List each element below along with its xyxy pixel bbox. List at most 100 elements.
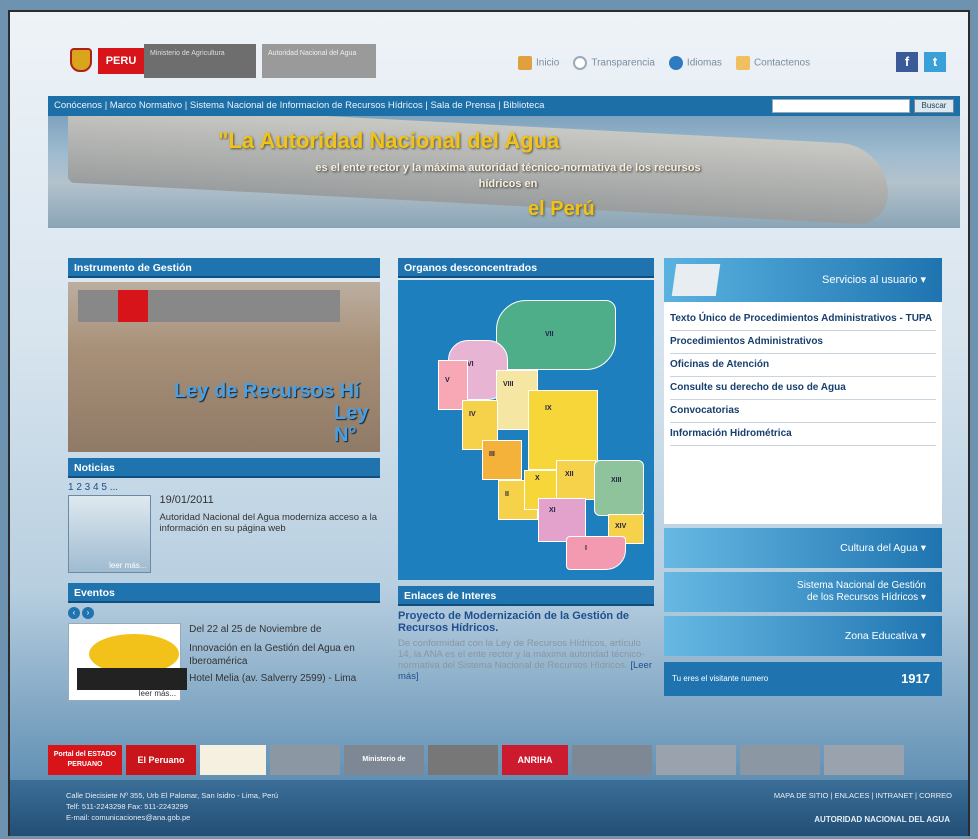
footer-address: Calle Diecisiete Nº 355, Urb El Palomar,… <box>66 791 278 823</box>
logo-partner[interactable] <box>200 745 266 775</box>
servicios-heading[interactable]: Servicios al usuario ▾ <box>664 258 942 302</box>
sistema-nacional-button[interactable]: Sistema Nacional de Gestión de los Recurs… <box>664 572 942 612</box>
logo-partner[interactable] <box>656 745 736 775</box>
enlaces-section: Enlaces de Interes Proyecto de Moderniza… <box>398 586 654 682</box>
instrumento-heading: Instrumento de Gestión <box>68 258 380 278</box>
top-links: Inicio Transparencia Idiomas Contactenos <box>518 54 810 72</box>
main-nav: Conócenos | Marco Normativo | Sistema Na… <box>48 96 960 116</box>
hero-banner: "La Autoridad Nacional del Agua es el en… <box>48 116 960 228</box>
news-item: leer más... 19/01/2011 Autoridad Naciona… <box>68 495 380 573</box>
twitter-icon[interactable]: t <box>924 52 946 72</box>
pencil-icon <box>735 56 750 70</box>
peru-mini-logo <box>118 290 148 322</box>
link-contactenos[interactable]: Contactenos <box>735 56 810 70</box>
event-image[interactable]: leer más... <box>68 623 187 701</box>
event-nav: ‹ › <box>68 607 380 619</box>
servicio-hidrometrica[interactable]: Información Hidrométrica <box>670 423 936 446</box>
map-region: III <box>482 440 522 480</box>
news-date: 19/01/2011 <box>159 494 214 506</box>
news-summary[interactable]: Autoridad Nacional del Agua moderniza ac… <box>159 512 380 534</box>
left-column: Instrumento de Gestión Ley de Recursos H… <box>68 258 380 701</box>
footer: Calle Diecisiete Nº 355, Urb El Palomar,… <box>10 780 968 836</box>
event-item: leer más... Del 22 al 25 de Noviembre de… <box>68 623 380 701</box>
servicio-tupa[interactable]: Texto Único de Procedimientos Administra… <box>670 308 936 331</box>
coat-of-arms-icon <box>70 48 92 72</box>
magnifier-icon <box>573 56 588 70</box>
facebook-icon[interactable]: f <box>896 52 918 72</box>
banner-subtitle: es el ente rector y la máxima autoridad … <box>315 162 701 190</box>
news-read-more[interactable]: leer más... <box>109 561 146 570</box>
enlace-text: De conformidad con la Ley de Recursos Hí… <box>398 638 652 682</box>
zona-educativa-button[interactable]: Zona Educativa ▾ <box>664 616 942 656</box>
footer-email[interactable]: E-mail: comunicaciones@ana.gob.pe <box>66 812 278 823</box>
enlace-title[interactable]: Proyecto de Modernización de la Gestión … <box>398 610 654 634</box>
home-icon <box>518 56 532 70</box>
globe-icon <box>668 56 683 70</box>
law-title: Ley de Recursos Hí Ley N° <box>174 380 369 446</box>
prev-arrow-icon[interactable]: ‹ <box>68 607 80 619</box>
event-read-more[interactable]: leer más... <box>139 689 176 698</box>
crowd-silhouette <box>77 668 187 690</box>
event-title[interactable]: Innovación en la Gestión del Agua en Ibe… <box>189 642 380 668</box>
servicios-list: Texto Único de Procedimientos Administra… <box>664 302 942 452</box>
next-arrow-icon[interactable]: › <box>82 607 94 619</box>
cultura-del-agua-button[interactable]: Cultura del Agua ▾ <box>664 528 942 568</box>
servicio-derecho-agua[interactable]: Consulte su derecho de uso de Agua <box>670 377 936 400</box>
documents-icon <box>671 264 721 296</box>
map-region: XIII <box>594 460 644 516</box>
map-region: VII <box>496 300 616 370</box>
ana-logo[interactable]: Autoridad Nacional del Agua <box>262 44 376 78</box>
servicios-spacer <box>664 452 942 524</box>
enlaces-heading: Enlaces de Interes <box>398 586 654 606</box>
logo-partner[interactable] <box>572 745 652 775</box>
news-thumbnail[interactable]: leer más... <box>68 495 152 573</box>
event-date: Del 22 al 25 de Noviembre de <box>189 624 322 635</box>
middle-column: Organos desconcentrados VII VI VIII V IV… <box>398 258 654 682</box>
link-idiomas[interactable]: Idiomas <box>668 56 722 70</box>
servicio-procedimientos[interactable]: Procedimientos Administrativos <box>670 331 936 354</box>
logo-ministerio-educacion[interactable]: Ministerio de Educación <box>344 745 424 793</box>
eventos-heading: Eventos <box>68 583 380 603</box>
logo-partner[interactable] <box>824 745 904 775</box>
logo-partner[interactable] <box>270 745 340 775</box>
banner-peru: el Perú <box>528 198 595 220</box>
visitor-counter: Tu eres el visitante numero 1917 <box>664 662 942 696</box>
ministry-agriculture-logo[interactable]: Ministerio de Agricultura <box>144 44 256 78</box>
map-region: IX <box>528 390 598 470</box>
servicio-convocatorias[interactable]: Convocatorias <box>670 400 936 423</box>
counter-label: Tu eres el visitante numero <box>672 674 769 683</box>
footer-links[interactable]: MAPA DE SITIO | ENLACES | INTRANET | COR… <box>774 790 952 801</box>
noticias-heading: Noticias <box>68 458 380 478</box>
banner-title: "La Autoridad Nacional del Agua <box>218 128 560 153</box>
footer-org-logo: AUTORIDAD NACIONAL DEL AGUA <box>814 815 950 824</box>
servicio-oficinas[interactable]: Oficinas de Atención <box>670 354 936 377</box>
right-column: Servicios al usuario ▾ Texto Único de Pr… <box>664 258 942 696</box>
instrumento-image[interactable]: Ley de Recursos Hí Ley N° <box>68 282 380 452</box>
page-frame: PERU Ministerio de Agricultura Autoridad… <box>8 10 970 836</box>
search-button[interactable]: Buscar <box>914 99 954 113</box>
organos-heading: Organos desconcentrados <box>398 258 654 278</box>
link-transparencia[interactable]: Transparencia <box>573 56 655 70</box>
logo-el-peruano[interactable]: El Peruano <box>126 745 196 775</box>
logo-estado-peruano[interactable]: Portal del ESTADO PERUANO <box>48 745 122 775</box>
link-inicio[interactable]: Inicio <box>518 56 559 70</box>
logo-partner[interactable] <box>428 745 498 775</box>
peru-logo[interactable]: PERU <box>98 48 144 74</box>
header: PERU Ministerio de Agricultura Autoridad… <box>48 38 968 88</box>
partner-logos: Portal del ESTADO PERUANO El Peruano Min… <box>48 742 960 793</box>
chevron-down-icon: ▾ <box>920 274 926 286</box>
nav-links[interactable]: Conócenos | Marco Normativo | Sistema Na… <box>54 100 544 111</box>
peru-regions-map[interactable]: VII VI VIII V IV IX III II X XII XIII XI… <box>398 280 654 580</box>
counter-value: 1917 <box>901 671 930 686</box>
map-region: XII <box>556 460 596 500</box>
news-text-block: 19/01/2011 Autoridad Nacional del Agua m… <box>159 495 380 573</box>
logo-partner[interactable] <box>740 745 820 775</box>
noticias-section: Noticias 1 2 3 4 5 ... leer más... 19/01… <box>68 458 380 573</box>
event-place: Hotel Melia (av. Salverry 2599) - Lima <box>189 673 357 684</box>
search-input[interactable] <box>772 99 910 113</box>
page-content: PERU Ministerio de Agricultura Autoridad… <box>10 12 968 836</box>
event-text: Del 22 al 25 de Noviembre de Innovación … <box>189 623 380 701</box>
social-links: f t <box>896 52 946 72</box>
logo-anriha[interactable]: ANRIHA <box>502 745 568 775</box>
news-pager[interactable]: 1 2 3 4 5 ... <box>68 482 380 493</box>
